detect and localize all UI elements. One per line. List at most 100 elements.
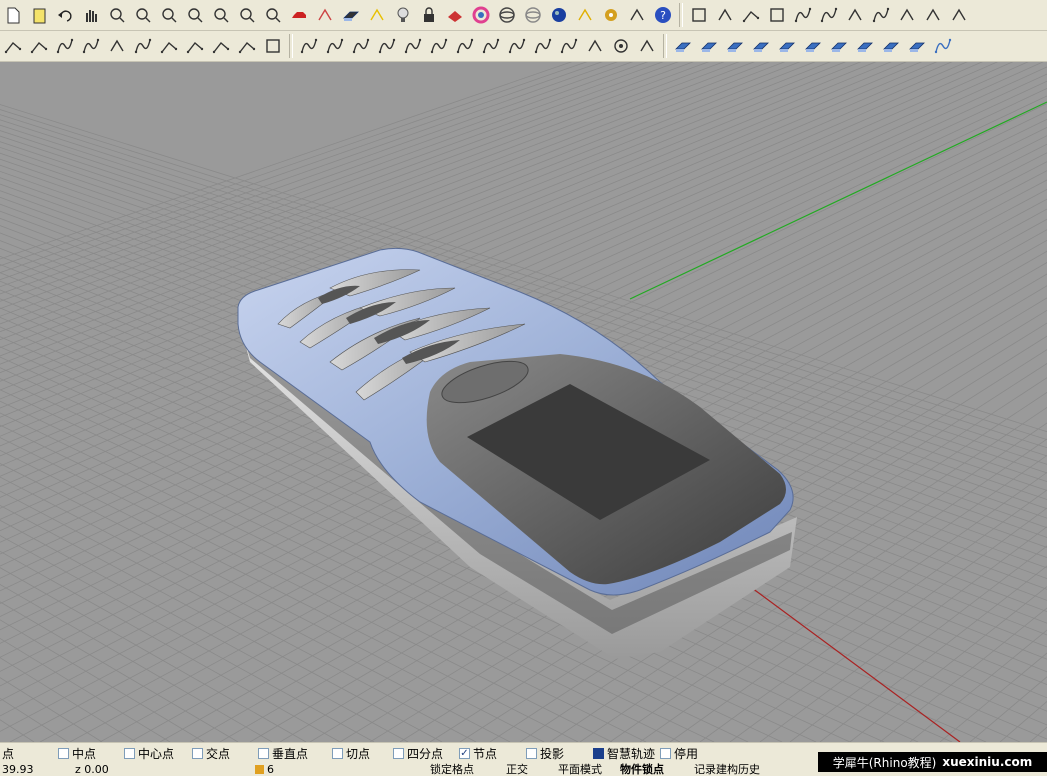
line-segment-button[interactable] [740,4,762,26]
osnap-checkbox[interactable] [124,747,135,759]
circle-target-button[interactable] [610,35,632,57]
osnap-item[interactable]: 四分点 [393,745,443,761]
rebuild-curve-button[interactable] [428,35,450,57]
wireframe-sphere-button[interactable] [496,4,518,26]
undo-view-button[interactable] [236,4,258,26]
interp-curve-button[interactable] [80,35,102,57]
box-button[interactable] [776,35,798,57]
curve-alpha-button[interactable] [792,4,814,26]
grid-button[interactable] [688,4,710,26]
offset-srf-button[interactable] [906,35,928,57]
hatch-button[interactable] [584,35,606,57]
project-curve-button[interactable] [480,35,502,57]
zoom-window-button[interactable] [158,4,180,26]
ortho-toggle[interactable]: 正交 [506,763,528,776]
osnap-item[interactable]: 切点 [332,745,370,761]
g2-button[interactable] [896,4,918,26]
texture-button[interactable] [314,4,336,26]
offset-curve-button[interactable] [350,35,372,57]
layer-color-swatch[interactable] [255,765,264,774]
select-arrow-button[interactable] [574,4,596,26]
plane-button[interactable] [724,35,746,57]
osnap-checkbox[interactable] [660,747,671,759]
tangent-line-button[interactable] [158,35,180,57]
text-button[interactable] [948,4,970,26]
chamfer-curve-button[interactable] [324,35,346,57]
settings-gear-button[interactable] [600,4,622,26]
fillet-curve-button[interactable] [298,35,320,57]
light-bulb-button[interactable] [392,4,414,26]
osnap-item[interactable]: 投影 [526,745,564,761]
surface-button[interactable] [698,35,720,57]
current-layer[interactable]: 6 [267,763,274,776]
polyline-button[interactable] [2,35,24,57]
symmetry-button[interactable] [922,4,944,26]
osnap-checkbox[interactable] [593,747,604,759]
blend-srf-button[interactable] [932,35,954,57]
cplane-button[interactable] [340,4,362,26]
curve-l-button[interactable] [558,35,580,57]
network-button[interactable] [880,35,902,57]
xyz-point-button[interactable] [714,4,736,26]
grid-snap-toggle[interactable]: 锁定格点 [430,763,474,776]
osnap-item[interactable]: 交点 [192,745,230,761]
osnap-checkbox[interactable] [258,747,269,759]
blend-button[interactable] [376,35,398,57]
osnap-checkbox[interactable] [526,747,537,759]
osnap-checkbox[interactable] [192,747,203,759]
osnap-item[interactable]: 智慧轨迹 [593,745,655,761]
sketch-button[interactable] [106,35,128,57]
osnap-item[interactable]: 垂直点 [258,745,308,761]
trim-button[interactable] [636,35,658,57]
extrude-button[interactable] [672,35,694,57]
osnap-item[interactable]: 停用 [660,745,698,761]
car-render-button[interactable] [288,4,310,26]
undo-button[interactable] [54,4,76,26]
loft-button[interactable] [750,35,772,57]
zoom-extents-button[interactable] [184,4,206,26]
shaded-sphere-button[interactable] [522,4,544,26]
osnap-checkbox[interactable] [459,747,470,759]
patch-button[interactable] [828,35,850,57]
control-curve-button[interactable] [54,35,76,57]
osnap-checkbox[interactable] [332,747,343,759]
rectangle-button[interactable] [766,4,788,26]
zoom-button[interactable] [132,4,154,26]
blend-curve-button[interactable] [870,4,892,26]
perp-line-button[interactable] [184,35,206,57]
history-toggle[interactable]: 记录建构历史 [694,763,760,776]
match-curve-button[interactable] [402,35,424,57]
bisector-button[interactable] [236,35,258,57]
osnap-item[interactable]: 中心点 [124,745,174,761]
four-viewports-button[interactable] [262,4,284,26]
revolve-button[interactable] [854,35,876,57]
pan-hand-button[interactable] [80,4,102,26]
curve-u-button[interactable] [532,35,554,57]
help-button[interactable]: ? [652,4,674,26]
osnap-checkbox[interactable] [58,747,69,759]
rendered-sphere-button[interactable] [548,4,570,26]
osnap-item[interactable]: 节点 [459,745,497,761]
clipboard-button[interactable] [28,4,50,26]
spiral-button[interactable] [454,35,476,57]
zoom-selected-button[interactable] [210,4,232,26]
lock-button[interactable] [418,4,440,26]
arc-button[interactable] [132,35,154,57]
osnap-item[interactable]: 中点 [58,745,96,761]
color-wheel-button[interactable] [470,4,492,26]
osnap-toggle[interactable]: 物件锁点 [620,763,664,776]
osnap-item[interactable]: 点 [2,745,14,761]
line-button[interactable] [28,35,50,57]
new-file-button[interactable] [2,4,24,26]
rebuild-button[interactable] [844,4,866,26]
viewport-canvas[interactable] [0,62,1047,742]
perspective-viewport[interactable] [0,62,1047,742]
sweep-button[interactable] [802,35,824,57]
planar-toggle[interactable]: 平面模式 [558,763,602,776]
angle-line-button[interactable] [210,35,232,57]
rotate-view-button[interactable] [106,4,128,26]
polygon-button[interactable] [262,35,284,57]
layer-button[interactable] [444,4,466,26]
osnap-checkbox[interactable] [393,747,404,759]
pull-curve-button[interactable] [506,35,528,57]
